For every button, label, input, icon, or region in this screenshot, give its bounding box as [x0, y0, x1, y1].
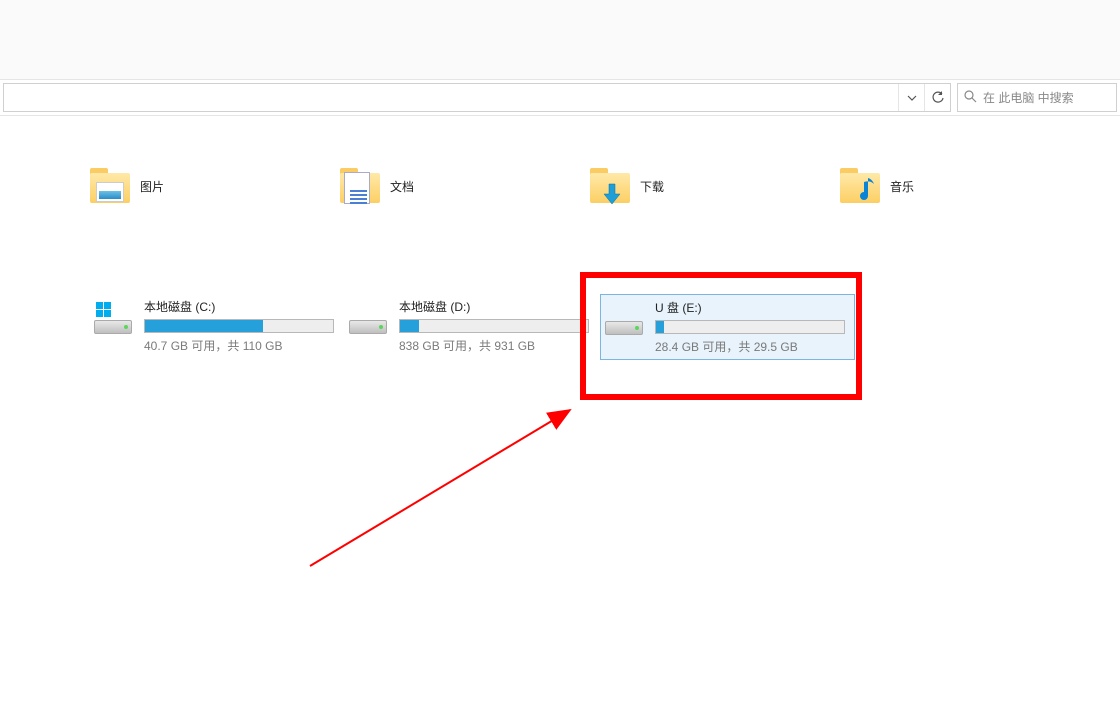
chevron-down-icon — [907, 93, 917, 103]
windows-flag-icon — [96, 302, 112, 318]
search-placeholder: 在 此电脑 中搜索 — [983, 89, 1074, 106]
refresh-icon — [931, 91, 945, 105]
drive-e[interactable]: U 盘 (E:) 28.4 GB 可用，共 29.5 GB — [600, 294, 855, 360]
folder-label: 文档 — [390, 178, 414, 195]
drive-icon — [349, 304, 387, 334]
folder-label: 图片 — [140, 178, 164, 195]
drive-icon — [605, 305, 643, 335]
drive-stats: 28.4 GB 可用，共 29.5 GB — [655, 338, 850, 355]
search-input[interactable]: 在 此电脑 中搜索 — [957, 83, 1117, 112]
folder-label: 音乐 — [890, 178, 914, 195]
drive-stats: 838 GB 可用，共 931 GB — [399, 337, 596, 354]
drive-usage-fill — [656, 321, 664, 333]
drive-info: 本地磁盘 (D:) 838 GB 可用，共 931 GB — [399, 298, 596, 354]
drive-usage-fill — [145, 320, 263, 332]
folder-label: 下载 — [640, 178, 664, 195]
ribbon-area — [0, 0, 1120, 80]
folder-downloads[interactable]: 下载 — [590, 168, 790, 204]
refresh-button[interactable] — [924, 84, 950, 111]
search-icon — [964, 90, 977, 106]
content-area: 图片 文档 下载 音乐 — [0, 116, 1120, 719]
folder-documents[interactable]: 文档 — [340, 168, 540, 204]
drive-usage-bar — [399, 319, 589, 333]
address-dropdown-button[interactable] — [898, 84, 924, 111]
pictures-folder-icon — [90, 168, 130, 204]
address-row: 在 此电脑 中搜索 — [0, 80, 1120, 116]
documents-folder-icon — [340, 168, 380, 204]
drive-usage-fill — [400, 320, 419, 332]
drive-usage-bar — [655, 320, 845, 334]
download-arrow-icon — [602, 182, 622, 206]
drive-usage-bar — [144, 319, 334, 333]
drive-info: 本地磁盘 (C:) 40.7 GB 可用，共 110 GB — [144, 298, 341, 354]
downloads-folder-icon — [590, 168, 630, 204]
drive-info: U 盘 (E:) 28.4 GB 可用，共 29.5 GB — [655, 299, 850, 355]
drive-d[interactable]: 本地磁盘 (D:) 838 GB 可用，共 931 GB — [345, 294, 600, 360]
drive-c[interactable]: 本地磁盘 (C:) 40.7 GB 可用，共 110 GB — [90, 294, 345, 360]
music-folder-icon — [840, 168, 880, 204]
folder-music[interactable]: 音乐 — [840, 168, 1040, 204]
address-bar[interactable] — [3, 83, 951, 112]
drive-name: U 盘 (E:) — [655, 299, 850, 316]
drive-name: 本地磁盘 (D:) — [399, 298, 596, 315]
folder-pictures[interactable]: 图片 — [90, 168, 290, 204]
drives-section: 本地磁盘 (C:) 40.7 GB 可用，共 110 GB 本地磁盘 (D:) … — [90, 294, 1100, 360]
music-note-icon — [854, 176, 876, 204]
drive-stats: 40.7 GB 可用，共 110 GB — [144, 337, 341, 354]
folders-section: 图片 文档 下载 音乐 — [90, 168, 1100, 204]
drive-name: 本地磁盘 (C:) — [144, 298, 341, 315]
drive-icon — [94, 304, 132, 334]
